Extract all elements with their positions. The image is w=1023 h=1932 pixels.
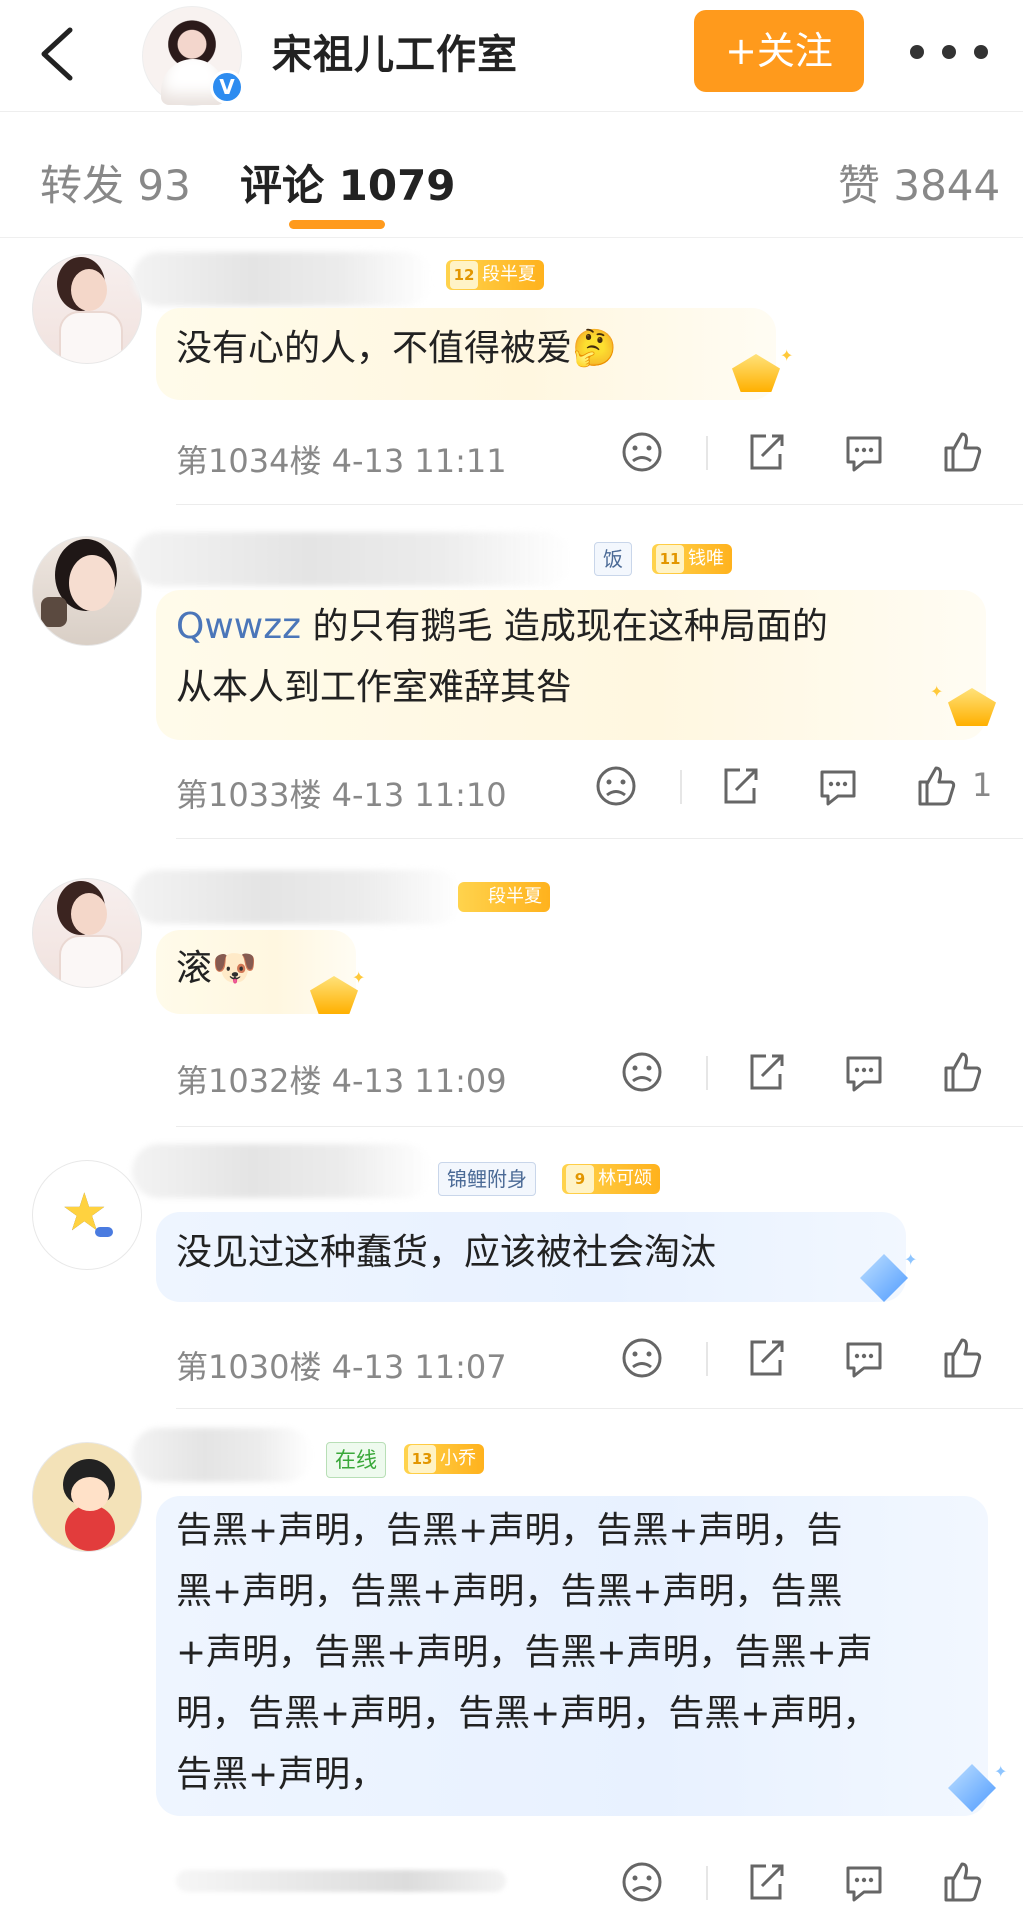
comment-actions	[620, 1860, 1010, 1920]
comment-meta: 第1034楼 4-13 11:11	[176, 442, 507, 480]
back-arrow-icon[interactable]	[36, 26, 80, 82]
dislike-icon[interactable]	[620, 1860, 664, 1904]
fan-tag: 饭	[594, 542, 632, 576]
comment-icon[interactable]	[842, 1336, 886, 1380]
avatar[interactable]	[32, 536, 142, 646]
comment-text: 没有心的人，不值得被爱🤔	[176, 328, 617, 369]
avatar[interactable]	[32, 1160, 142, 1270]
tab-comments[interactable]: 评论 1079	[240, 152, 456, 213]
blurred-username	[132, 532, 572, 586]
like-icon[interactable]	[940, 1860, 984, 1904]
avatar[interactable]	[32, 254, 142, 364]
online-status-tag: 在线	[326, 1442, 386, 1478]
comment-icon[interactable]	[842, 1050, 886, 1094]
sparkle-icon: ✦	[352, 968, 366, 987]
verified-icon: V	[210, 70, 244, 104]
sparkle-icon: ✦	[780, 346, 794, 365]
sparkle-icon: ✦	[930, 682, 944, 701]
blurred-username	[132, 1144, 432, 1198]
dislike-icon[interactable]	[620, 430, 664, 474]
rank-badge: 12 段半夏	[446, 260, 544, 290]
share-icon[interactable]	[744, 430, 788, 474]
comment-icon[interactable]	[842, 1860, 886, 1904]
comment-actions	[620, 430, 1010, 490]
comment-divider	[176, 504, 1023, 505]
blurred-username	[132, 1428, 312, 1482]
mention-link[interactable]: Qwwzz	[176, 606, 301, 647]
sparkle-icon: ✦	[994, 1762, 1008, 1781]
active-tab-indicator	[289, 220, 385, 229]
action-divider	[706, 436, 708, 470]
rank-badge: 11 钱唯	[652, 544, 732, 574]
comment-text: Qwwzz 的只有鹅毛 造成现在这种局面的 从本人到工作室难辞其咎	[176, 606, 828, 708]
page-title: 宋祖儿工作室	[272, 32, 518, 78]
fan-tag: 锦鲤附身	[438, 1162, 536, 1196]
dislike-icon[interactable]	[620, 1050, 664, 1094]
tab-likes[interactable]: 赞 3844	[838, 152, 1000, 213]
comment-icon[interactable]	[816, 764, 860, 808]
more-options-icon[interactable]	[910, 32, 1010, 72]
comment-text: 滚🐶	[176, 948, 257, 989]
comment-meta: 第1030楼 4-13 11:07	[176, 1348, 507, 1386]
share-icon[interactable]	[744, 1050, 788, 1094]
comment-meta: 第1033楼 4-13 11:10	[176, 776, 507, 814]
follow-button[interactable]: +关注	[694, 10, 864, 92]
avatar[interactable]	[32, 1442, 142, 1552]
tab-bar: 转发 93 评论 1079 赞 3844	[0, 112, 1023, 238]
avatar[interactable]	[32, 878, 142, 988]
share-icon[interactable]	[718, 764, 762, 808]
like-icon[interactable]	[940, 1336, 984, 1380]
action-divider	[706, 1866, 708, 1900]
tab-reposts[interactable]: 转发 93	[40, 152, 191, 213]
comment-divider	[176, 838, 1023, 839]
blurred-username	[132, 870, 462, 924]
like-icon[interactable]	[940, 430, 984, 474]
action-divider	[706, 1056, 708, 1090]
dislike-icon[interactable]	[620, 1336, 664, 1380]
comment-actions: 1	[594, 764, 992, 824]
action-divider	[680, 770, 682, 804]
comment-text: 没见过这种蠢货，应该被社会淘汰	[176, 1232, 717, 1273]
like-icon[interactable]	[940, 1050, 984, 1094]
rank-badge: 段半夏	[458, 882, 550, 912]
blurred-meta	[176, 1870, 506, 1892]
comment-actions	[620, 1050, 1010, 1110]
share-icon[interactable]	[744, 1336, 788, 1380]
comment-divider	[176, 1126, 1023, 1127]
share-icon[interactable]	[744, 1860, 788, 1904]
comment-icon[interactable]	[842, 430, 886, 474]
rank-badge: 13 小乔	[404, 1444, 484, 1474]
comment-text: 告黑+声明，告黑+声明，告黑+声明，告 黑+声明，告黑+声明，告黑+声明，告黑 …	[176, 1510, 879, 1795]
comment-meta: 第1032楼 4-13 11:09	[176, 1062, 507, 1100]
top-bar: V 宋祖儿工作室 +关注	[0, 0, 1023, 112]
blurred-username	[132, 252, 432, 306]
like-count: 1	[972, 766, 993, 804]
like-icon[interactable]	[914, 764, 958, 808]
comment-actions	[620, 1336, 1010, 1396]
dislike-icon[interactable]	[594, 764, 638, 808]
action-divider	[706, 1342, 708, 1376]
comment-divider	[176, 1408, 1023, 1409]
rank-badge: 9 林可颂	[562, 1164, 660, 1194]
sparkle-icon: ✦	[904, 1250, 918, 1269]
